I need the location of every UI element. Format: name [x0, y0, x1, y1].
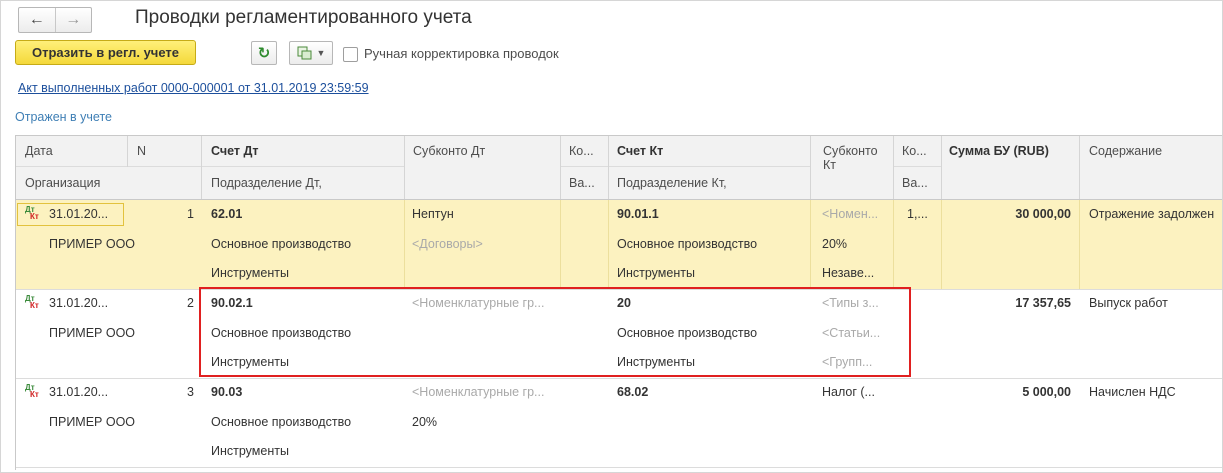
- cell-debit-division[interactable]: Основное производство: [211, 237, 351, 251]
- cell-date[interactable]: 31.01.20...: [49, 296, 108, 310]
- column-divider: [608, 136, 609, 199]
- cell-content[interactable]: Начислен НДС: [1089, 385, 1222, 399]
- column-divider: [810, 200, 811, 289]
- column-divider: [893, 136, 894, 199]
- column-divider: [201, 136, 202, 199]
- table-header: Дата N Счет Дт Субконто Дт Ко... Счет Кт…: [16, 136, 1222, 200]
- navigation-buttons: ← →: [18, 7, 92, 33]
- header-debit-division[interactable]: Подразделение Дт,: [211, 176, 322, 190]
- cell-n[interactable]: 2: [128, 296, 194, 310]
- column-divider: [810, 136, 811, 199]
- cell-credit-subconto-3[interactable]: Незаве...: [822, 266, 890, 280]
- refresh-button[interactable]: ↻: [251, 41, 277, 65]
- header-organization[interactable]: Организация: [25, 176, 100, 190]
- cell-amount[interactable]: 30 000,00: [942, 207, 1071, 221]
- table-row[interactable]: Дт Кт 31.01.20... 3 ПРИМЕР ООО 90.03 Осно…: [16, 378, 1222, 468]
- cell-credit-subconto-1[interactable]: Налог (...: [822, 385, 890, 399]
- header-debit-currency[interactable]: Ва...: [569, 176, 599, 190]
- header-debit-account[interactable]: Счет Дт: [211, 144, 259, 158]
- header-credit-subconto[interactable]: Субконто Кт: [823, 144, 889, 172]
- column-divider: [941, 136, 942, 199]
- dt-kt-icon: Дт Кт: [25, 383, 39, 399]
- refresh-icon: ↻: [257, 45, 271, 62]
- cell-debit-subaccount[interactable]: Инструменты: [211, 266, 289, 280]
- cell-debit-subaccount[interactable]: Инструменты: [211, 444, 289, 458]
- column-divider: [560, 136, 561, 199]
- column-divider: [1079, 136, 1080, 199]
- cell-debit-division[interactable]: Основное производство: [211, 415, 351, 429]
- dt-kt-icon: Дт Кт: [25, 205, 39, 221]
- cell-organization[interactable]: ПРИМЕР ООО: [49, 326, 135, 340]
- cell-content[interactable]: Отражение задолжен: [1089, 207, 1222, 221]
- header-credit-account[interactable]: Счет Кт: [617, 144, 663, 158]
- column-divider: [127, 136, 128, 167]
- manual-correction-label: Ручная корректировка проводок: [364, 46, 559, 61]
- column-divider: [893, 200, 894, 289]
- post-to-accounting-button[interactable]: Отразить в регл. учете: [15, 40, 196, 65]
- highlight-frame: [199, 287, 911, 377]
- cell-debit-subconto-2[interactable]: <Договоры>: [412, 237, 557, 251]
- header-debit-subconto[interactable]: Субконто Дт: [413, 144, 485, 158]
- cell-credit-subconto-2[interactable]: 20%: [822, 237, 890, 251]
- arrow-right-icon[interactable]: →: [54, 8, 92, 32]
- manual-correction-checkbox[interactable]: [343, 47, 358, 62]
- dt-kt-icon: Дт Кт: [25, 294, 39, 310]
- cell-date[interactable]: 31.01.20...: [49, 385, 108, 399]
- cell-n[interactable]: 1: [128, 207, 194, 221]
- column-divider: [404, 200, 405, 289]
- cell-debit-account[interactable]: 90.03: [211, 385, 242, 399]
- cell-credit-subaccount[interactable]: Инструменты: [617, 266, 695, 280]
- column-divider: [560, 200, 561, 289]
- header-divider: [893, 166, 941, 167]
- column-divider: [608, 200, 609, 289]
- column-divider: [404, 136, 405, 199]
- cell-date[interactable]: 31.01.20...: [49, 207, 108, 221]
- column-divider: [941, 200, 942, 289]
- header-credit-division[interactable]: Подразделение Кт,: [617, 176, 727, 190]
- table-row[interactable]: Дт Кт 31.01.20... 1 ПРИМЕР ООО 62.01 Осно…: [16, 200, 1222, 290]
- cell-organization[interactable]: ПРИМЕР ООО: [49, 415, 135, 429]
- cell-amount[interactable]: 17 357,65: [942, 296, 1071, 310]
- cell-debit-subconto-1[interactable]: <Номенклатурные гр...: [412, 385, 557, 399]
- table-actions-icon: [297, 46, 312, 60]
- document-link[interactable]: Акт выполненных работ 0000-000001 от 31.…: [18, 81, 369, 95]
- cell-credit-subconto-1[interactable]: <Номен...: [822, 207, 890, 221]
- cell-n[interactable]: 3: [128, 385, 194, 399]
- cell-credit-account[interactable]: 90.01.1: [617, 207, 659, 221]
- chevron-down-icon: ▼: [316, 48, 326, 58]
- header-divider: [608, 166, 810, 167]
- cell-debit-account[interactable]: 62.01: [211, 207, 242, 221]
- header-content[interactable]: Содержание: [1089, 144, 1162, 158]
- header-divider: [16, 166, 201, 167]
- header-date[interactable]: Дата: [25, 144, 53, 158]
- column-divider: [1079, 200, 1080, 289]
- cell-credit-qty[interactable]: 1,...: [907, 207, 939, 221]
- cell-credit-account[interactable]: 68.02: [617, 385, 648, 399]
- page-title: Проводки регламентированного учета: [135, 7, 472, 28]
- header-n[interactable]: N: [137, 144, 146, 158]
- cell-debit-subconto-1[interactable]: Нептун: [412, 207, 557, 221]
- header-credit-currency[interactable]: Ва...: [902, 176, 932, 190]
- arrow-left-icon[interactable]: ←: [19, 8, 55, 32]
- header-credit-qty[interactable]: Ко...: [902, 144, 932, 158]
- header-amount[interactable]: Сумма БУ (RUB): [949, 144, 1049, 158]
- table-actions-button[interactable]: ▼: [289, 41, 333, 65]
- cell-amount[interactable]: 5 000,00: [942, 385, 1071, 399]
- header-debit-qty[interactable]: Ко...: [569, 144, 599, 158]
- cell-content[interactable]: Выпуск работ: [1089, 296, 1222, 310]
- cell-credit-division[interactable]: Основное производство: [617, 237, 757, 251]
- cell-organization[interactable]: ПРИМЕР ООО: [49, 237, 135, 251]
- header-divider: [202, 166, 404, 167]
- status-text: Отражен в учете: [15, 110, 112, 124]
- header-divider: [560, 166, 610, 167]
- cell-debit-subconto-2[interactable]: 20%: [412, 415, 557, 429]
